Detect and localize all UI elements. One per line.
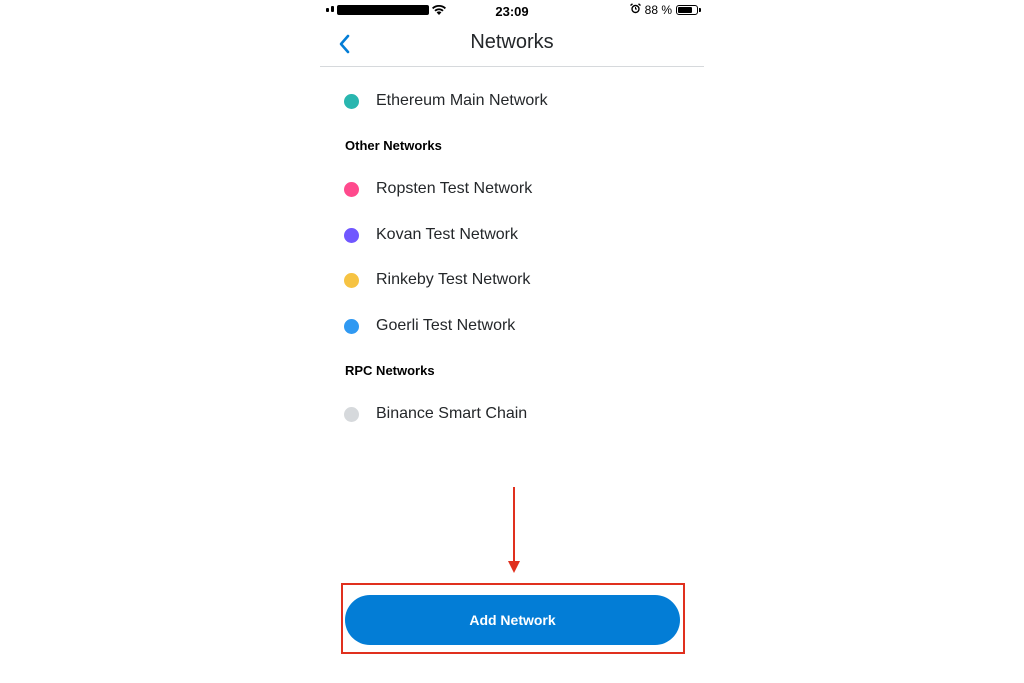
network-color-dot	[344, 406, 359, 422]
network-name: Binance Smart Chain	[376, 405, 528, 422]
phone-screen: 23:09 88 % Networks Ethereum Main Networ…	[320, 0, 704, 683]
network-color-dot	[344, 181, 359, 197]
page-title: Networks	[470, 31, 554, 53]
page: 23:09 88 % Networks Ethereum Main Networ…	[0, 0, 1024, 683]
network-name: Goerli Test Network	[376, 317, 516, 334]
network-item-kovan[interactable]: Kovan Test Network	[344, 220, 684, 250]
network-item-binance-smart-chain[interactable]: Binance Smart Chain	[344, 399, 684, 429]
alarm-clock-icon	[629, 3, 641, 17]
network-item-ethereum-main[interactable]: Ethereum Main Network	[344, 86, 684, 116]
network-name: Ropsten Test Network	[376, 180, 533, 197]
network-item-rinkeby[interactable]: Rinkeby Test Network	[344, 265, 684, 295]
network-name: Rinkeby Test Network	[376, 271, 531, 288]
network-item-goerli[interactable]: Goerli Test Network	[344, 311, 684, 341]
annotation-arrow-line	[513, 487, 515, 563]
network-name: Kovan Test Network	[376, 226, 518, 243]
section-header-other-networks: Other Networks	[345, 138, 442, 153]
battery-icon	[676, 5, 701, 15]
network-name: Ethereum Main Network	[376, 92, 548, 109]
network-color-dot	[344, 318, 359, 334]
section-header-rpc-networks: RPC Networks	[345, 363, 435, 378]
nav-header: Networks	[320, 22, 704, 67]
network-color-dot	[344, 227, 359, 243]
status-right: 88 %	[629, 3, 701, 17]
network-color-dot	[344, 272, 359, 288]
network-color-dot	[344, 93, 359, 109]
add-network-button[interactable]: Add Network	[345, 595, 680, 645]
battery-fill	[678, 7, 692, 13]
network-item-ropsten[interactable]: Ropsten Test Network	[344, 174, 684, 204]
status-bar: 23:09 88 %	[320, 0, 704, 22]
battery-percent: 88 %	[644, 3, 672, 17]
annotation-arrow-head	[508, 561, 520, 573]
battery-nub	[699, 8, 701, 12]
